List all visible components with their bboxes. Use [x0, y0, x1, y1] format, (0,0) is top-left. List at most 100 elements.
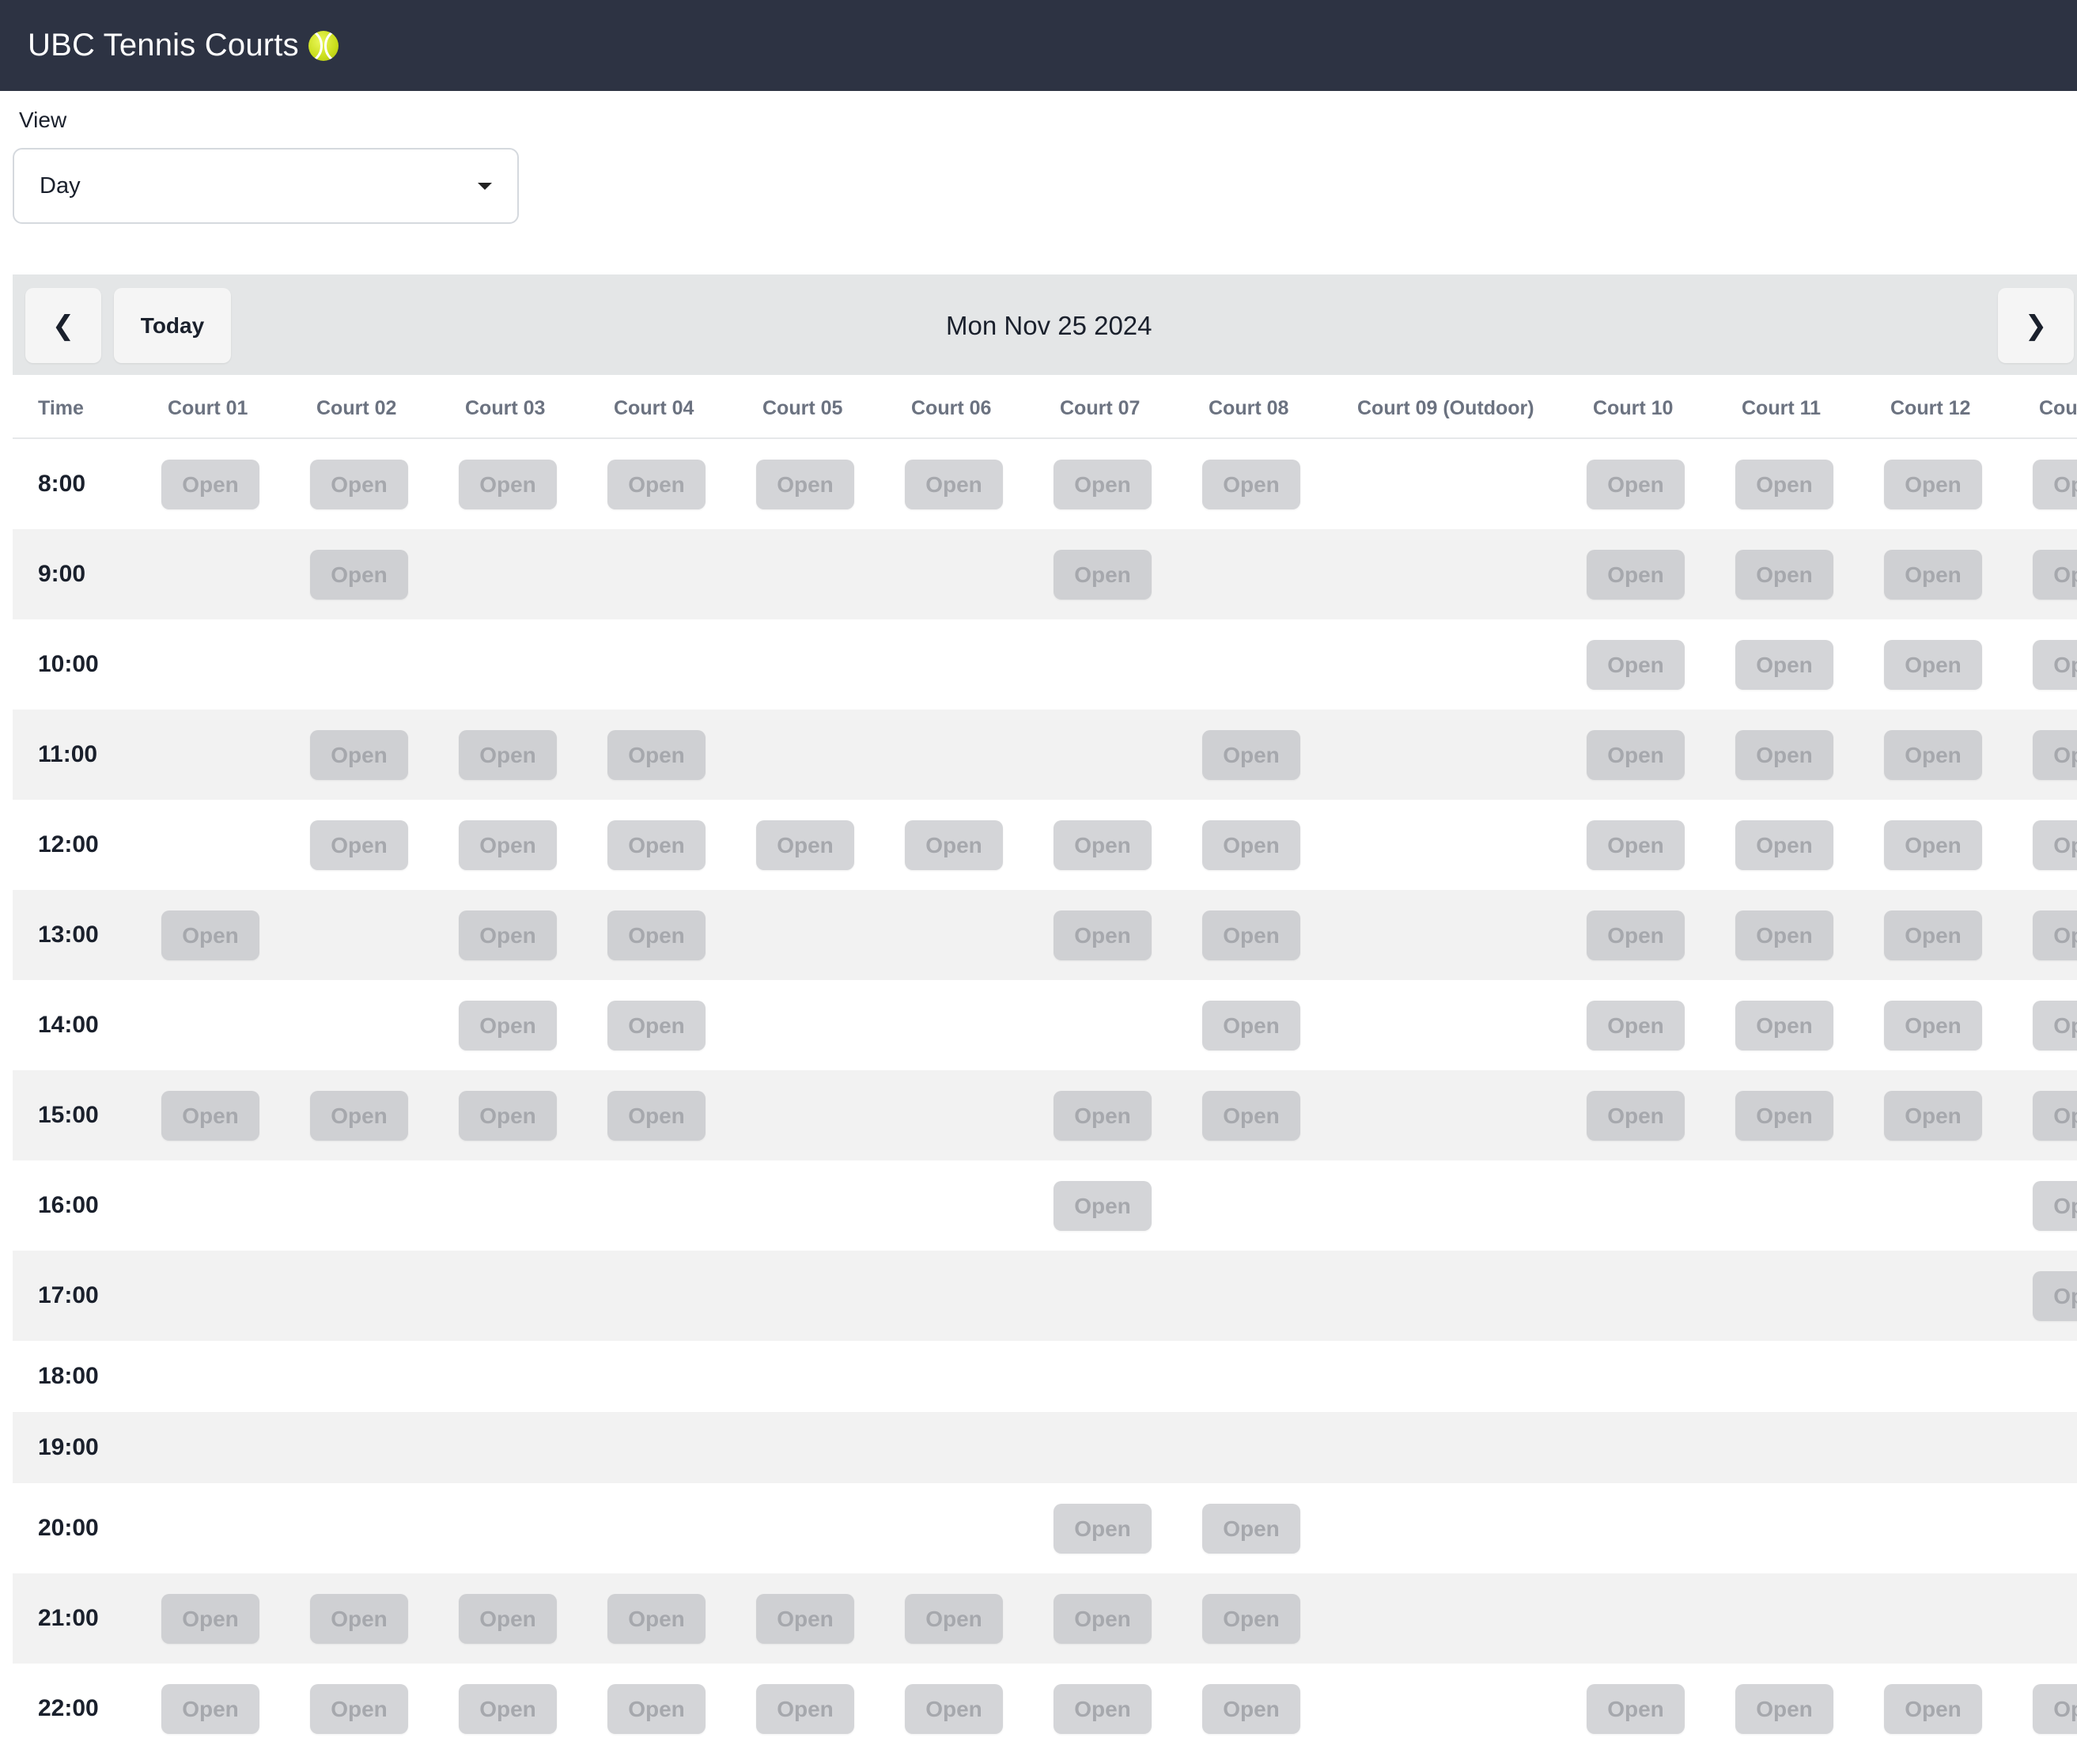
- open-slot-button[interactable]: Open: [1587, 1684, 1685, 1734]
- open-slot-button[interactable]: Open: [310, 730, 408, 780]
- open-slot-button[interactable]: Open: [607, 1684, 706, 1734]
- court-column-header: Court 09 (Outdoor): [1357, 397, 1534, 419]
- open-slot-button[interactable]: Open: [1884, 1684, 1982, 1734]
- today-button[interactable]: Today: [114, 288, 231, 363]
- open-slot-button[interactable]: Open: [161, 460, 259, 509]
- open-slot-button[interactable]: Open: [1884, 910, 1982, 960]
- open-slot-button[interactable]: Open: [310, 460, 408, 509]
- open-slot-button[interactable]: Open: [607, 460, 706, 509]
- next-day-button[interactable]: ❯: [1998, 288, 2074, 363]
- open-slot-button[interactable]: Open: [2033, 820, 2077, 870]
- open-slot-button[interactable]: Open: [1735, 640, 1833, 690]
- time-label: 10:00: [38, 651, 99, 677]
- open-slot-button[interactable]: Open: [756, 820, 854, 870]
- open-slot-button[interactable]: Open: [1884, 730, 1982, 780]
- open-slot-button[interactable]: Open: [1884, 1091, 1982, 1141]
- view-select[interactable]: Day: [13, 148, 519, 224]
- open-slot-button[interactable]: Open: [1587, 820, 1685, 870]
- open-slot-button[interactable]: Open: [310, 1684, 408, 1734]
- open-slot-button[interactable]: Open: [459, 460, 557, 509]
- open-slot-button[interactable]: Open: [2033, 460, 2077, 509]
- open-slot-button[interactable]: Open: [1587, 1001, 1685, 1050]
- open-slot-button[interactable]: Open: [2033, 1684, 2077, 1734]
- open-slot-button[interactable]: Open: [607, 1594, 706, 1644]
- open-slot-button[interactable]: Open: [1735, 1684, 1833, 1734]
- open-slot-button[interactable]: Open: [1735, 820, 1833, 870]
- open-slot-button[interactable]: Open: [2033, 730, 2077, 780]
- open-slot-button[interactable]: Open: [1587, 910, 1685, 960]
- open-slot-button[interactable]: Open: [459, 1091, 557, 1141]
- open-slot-button[interactable]: Open: [2033, 1001, 2077, 1050]
- open-slot-button[interactable]: Open: [1587, 460, 1685, 509]
- open-slot-button[interactable]: Open: [756, 1684, 854, 1734]
- open-slot-button[interactable]: Open: [1884, 820, 1982, 870]
- court-column-header: Court 03: [465, 397, 546, 419]
- open-slot-button[interactable]: Open: [310, 1091, 408, 1141]
- open-slot-button[interactable]: Open: [1884, 640, 1982, 690]
- open-slot-button[interactable]: Open: [459, 730, 557, 780]
- open-slot-button[interactable]: Open: [1054, 1181, 1152, 1231]
- open-slot-button[interactable]: Open: [905, 1594, 1003, 1644]
- open-slot-button[interactable]: Open: [310, 550, 408, 600]
- open-slot-button[interactable]: Open: [161, 1091, 259, 1141]
- open-slot-button[interactable]: Open: [310, 1594, 408, 1644]
- open-slot-button[interactable]: Open: [161, 1594, 259, 1644]
- open-slot-button[interactable]: Open: [1202, 460, 1300, 509]
- open-slot-button[interactable]: Open: [1202, 1504, 1300, 1554]
- open-slot-button[interactable]: Open: [1054, 1594, 1152, 1644]
- open-slot-button[interactable]: Open: [905, 820, 1003, 870]
- open-slot-button[interactable]: Open: [1884, 1001, 1982, 1050]
- open-slot-button[interactable]: Open: [1735, 1091, 1833, 1141]
- open-slot-button[interactable]: Open: [1054, 820, 1152, 870]
- prev-day-button[interactable]: ❮: [25, 288, 101, 363]
- open-slot-button[interactable]: Open: [1054, 550, 1152, 600]
- open-slot-button[interactable]: Open: [1735, 910, 1833, 960]
- open-slot-button[interactable]: Open: [2033, 1271, 2077, 1321]
- open-slot-button[interactable]: Open: [756, 460, 854, 509]
- open-slot-button[interactable]: Open: [2033, 1181, 2077, 1231]
- open-slot-button[interactable]: Open: [1054, 460, 1152, 509]
- open-slot-button[interactable]: Open: [1202, 820, 1300, 870]
- app-brand[interactable]: UBC Tennis Courts: [28, 28, 339, 63]
- open-slot-button[interactable]: Open: [1587, 1091, 1685, 1141]
- open-slot-button[interactable]: Open: [1054, 1091, 1152, 1141]
- open-slot-button[interactable]: Open: [1202, 910, 1300, 960]
- open-slot-button[interactable]: Open: [1202, 730, 1300, 780]
- open-slot-button[interactable]: Open: [607, 730, 706, 780]
- open-slot-button[interactable]: Open: [2033, 550, 2077, 600]
- open-slot-button[interactable]: Open: [1587, 550, 1685, 600]
- open-slot-button[interactable]: Open: [459, 1001, 557, 1050]
- open-slot-button[interactable]: Open: [1054, 910, 1152, 960]
- open-slot-button[interactable]: Open: [1587, 640, 1685, 690]
- open-slot-button[interactable]: Open: [1202, 1684, 1300, 1734]
- open-slot-button[interactable]: Open: [310, 820, 408, 870]
- open-slot-button[interactable]: Open: [2033, 640, 2077, 690]
- open-slot-button[interactable]: Open: [1735, 550, 1833, 600]
- open-slot-button[interactable]: Open: [1054, 1504, 1152, 1554]
- open-slot-button[interactable]: Open: [1884, 460, 1982, 509]
- open-slot-button[interactable]: Open: [607, 1001, 706, 1050]
- open-slot-button[interactable]: Open: [905, 1684, 1003, 1734]
- open-slot-button[interactable]: Open: [161, 910, 259, 960]
- open-slot-button[interactable]: Open: [1735, 460, 1833, 509]
- open-slot-button[interactable]: Open: [607, 1091, 706, 1141]
- open-slot-button[interactable]: Open: [607, 820, 706, 870]
- open-slot-button[interactable]: Open: [1587, 730, 1685, 780]
- open-slot-button[interactable]: Open: [459, 820, 557, 870]
- open-slot-button[interactable]: Open: [1054, 1684, 1152, 1734]
- open-slot-button[interactable]: Open: [161, 1684, 259, 1734]
- open-slot-button[interactable]: Open: [459, 1594, 557, 1644]
- open-slot-button[interactable]: Open: [1202, 1001, 1300, 1050]
- open-slot-button[interactable]: Open: [459, 910, 557, 960]
- open-slot-button[interactable]: Open: [1735, 1001, 1833, 1050]
- open-slot-button[interactable]: Open: [1202, 1594, 1300, 1644]
- open-slot-button[interactable]: Open: [756, 1594, 854, 1644]
- open-slot-button[interactable]: Open: [1884, 550, 1982, 600]
- open-slot-button[interactable]: Open: [459, 1684, 557, 1734]
- open-slot-button[interactable]: Open: [1735, 730, 1833, 780]
- open-slot-button[interactable]: Open: [905, 460, 1003, 509]
- open-slot-button[interactable]: Open: [607, 910, 706, 960]
- open-slot-button[interactable]: Open: [2033, 1091, 2077, 1141]
- open-slot-button[interactable]: Open: [1202, 1091, 1300, 1141]
- open-slot-button[interactable]: Open: [2033, 910, 2077, 960]
